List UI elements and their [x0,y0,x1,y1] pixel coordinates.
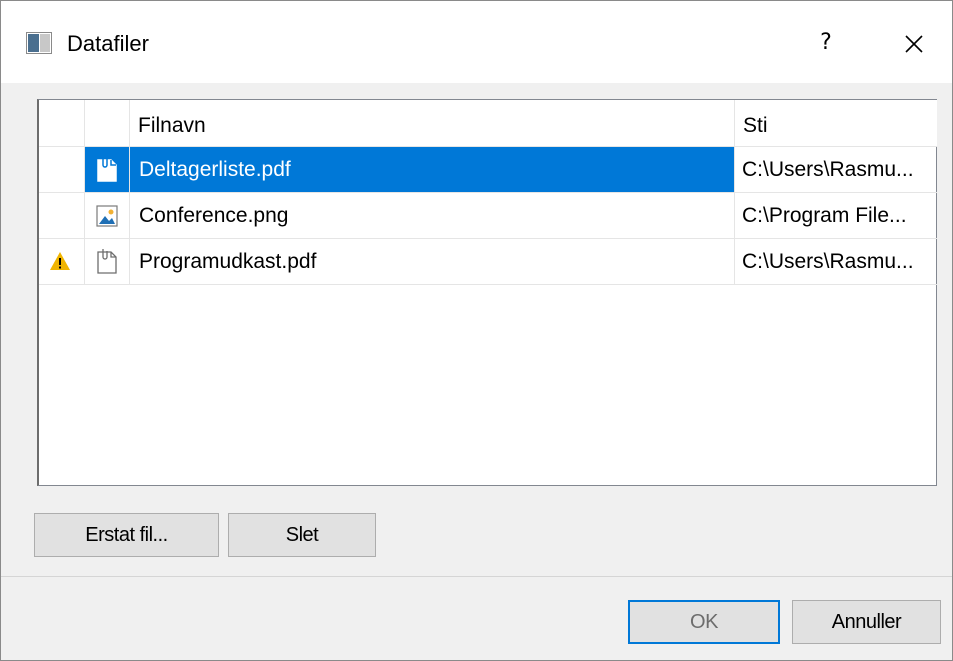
title-bar: Datafiler ? [1,1,952,83]
type-cell [85,239,130,285]
table-row[interactable]: Deltagerliste.pdf C:\Users\Rasmu... [39,147,937,193]
path-cell: C:\Users\Rasmu... [735,147,937,193]
separator [1,576,952,577]
type-cell [85,147,130,193]
status-cell [39,193,85,239]
status-cell [39,147,85,193]
window-title: Datafiler [67,31,149,56]
delete-button[interactable]: Slet [228,513,376,557]
warning-icon [50,252,70,270]
image-file-icon [96,205,118,227]
path-cell: C:\Users\Rasmu... [735,239,937,285]
datafiler-dialog: Datafiler ? Filnavn Sti Deltagerliste.pd… [0,0,953,661]
help-button[interactable]: ? [801,23,851,63]
filename-cell: Conference.png [130,193,735,239]
table-row[interactable]: Conference.png C:\Program File... [39,193,937,239]
pdf-file-icon [97,157,117,182]
filename-cell: Programudkast.pdf [130,239,735,285]
column-header-path[interactable]: Sti [735,100,937,147]
list-header: Filnavn Sti [39,100,937,147]
pdf-file-icon [97,249,117,274]
table-row[interactable]: Programudkast.pdf C:\Users\Rasmu... [39,239,937,285]
filename-cell: Deltagerliste.pdf [130,147,735,193]
window-icon [26,32,52,54]
type-cell [85,193,130,239]
close-button[interactable] [889,23,939,63]
cancel-button[interactable]: Annuller [792,600,941,644]
status-cell [39,239,85,285]
column-header-status[interactable] [39,100,85,147]
file-list[interactable]: Filnavn Sti Deltagerliste.pdf C:\Users\R… [37,99,937,486]
column-header-type[interactable] [85,100,130,147]
path-cell: C:\Program File... [735,193,937,239]
replace-file-button[interactable]: Erstat fil... [34,513,219,557]
column-header-filename[interactable]: Filnavn [130,100,735,147]
ok-button[interactable]: OK [628,600,780,644]
close-icon [905,35,923,53]
